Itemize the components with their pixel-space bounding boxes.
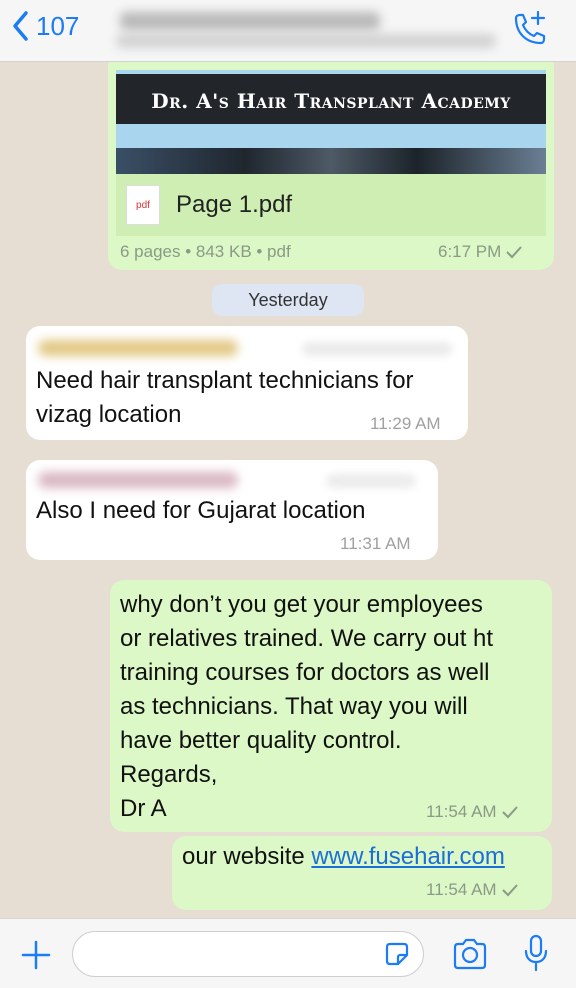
- outgoing-message-bubble[interactable]: why don’t you get your employees or rela…: [110, 580, 552, 832]
- website-link[interactable]: www.fusehair.com: [311, 843, 504, 870]
- sender-number-redacted: [326, 474, 416, 488]
- unread-count: 107: [36, 10, 80, 41]
- message-meta: 11:54 AM: [426, 802, 520, 822]
- incoming-message-bubble[interactable]: Need hair transplant technicians for viz…: [26, 326, 468, 440]
- sticker-icon[interactable]: [382, 939, 412, 969]
- chat-header: 107: [0, 0, 576, 62]
- back-button[interactable]: 107: [10, 10, 79, 42]
- add-call-icon[interactable]: [508, 8, 552, 52]
- sender-number-redacted: [302, 342, 452, 356]
- message-time: 6:17 PM: [438, 242, 502, 261]
- pdf-file-icon: pdf: [126, 185, 160, 225]
- pdf-filename: Page 1.pdf: [176, 191, 293, 218]
- message-time: 11:54 AM: [426, 802, 497, 821]
- microphone-icon[interactable]: [522, 933, 550, 973]
- pdf-preview-strip: [116, 124, 546, 148]
- sent-check-icon: [506, 246, 523, 259]
- chat-area[interactable]: Dr. A's Hair Transplant Academy pdf Page…: [0, 62, 576, 918]
- message-text: Need hair transplant technicians for viz…: [36, 367, 414, 428]
- pdf-preview-image: [116, 148, 546, 174]
- message-time: 11:31 AM: [340, 534, 411, 553]
- sent-check-icon: [501, 806, 518, 819]
- message-time: 11:29 AM: [370, 414, 441, 433]
- message-text: Also I need for Gujarat location: [36, 497, 366, 524]
- date-separator: Yesterday: [212, 284, 364, 316]
- message-input-bar: [0, 918, 576, 988]
- sender-name-redacted: [38, 472, 238, 488]
- pdf-message-meta: 6:17 PM: [438, 242, 524, 262]
- sent-check-icon: [501, 884, 518, 897]
- plus-icon[interactable]: [20, 939, 52, 971]
- message-input[interactable]: [72, 931, 424, 977]
- chat-title-redacted[interactable]: [116, 6, 506, 54]
- message-text: why don’t you get your employees or rela…: [120, 591, 494, 822]
- incoming-message-bubble[interactable]: Also I need for Gujarat location 11:31 A…: [26, 460, 438, 560]
- message-meta: 11:54 AM: [426, 880, 520, 900]
- pdf-preview-banner: Dr. A's Hair Transplant Academy: [116, 70, 546, 128]
- pdf-banner-text: Dr. A's Hair Transplant Academy: [151, 89, 511, 113]
- outgoing-message-bubble[interactable]: our website www.fusehair.com 11:54 AM: [172, 836, 552, 910]
- message-prefix: our website: [182, 843, 312, 870]
- message-time: 11:54 AM: [426, 880, 497, 899]
- chevron-left-icon: [13, 11, 28, 41]
- camera-icon[interactable]: [452, 937, 488, 971]
- sender-name-redacted: [38, 340, 238, 356]
- pdf-file-info: 6 pages • 843 KB • pdf: [120, 242, 291, 261]
- message-text: our website www.fusehair.com: [182, 840, 505, 874]
- pdf-file-row[interactable]: pdf Page 1.pdf: [116, 174, 546, 236]
